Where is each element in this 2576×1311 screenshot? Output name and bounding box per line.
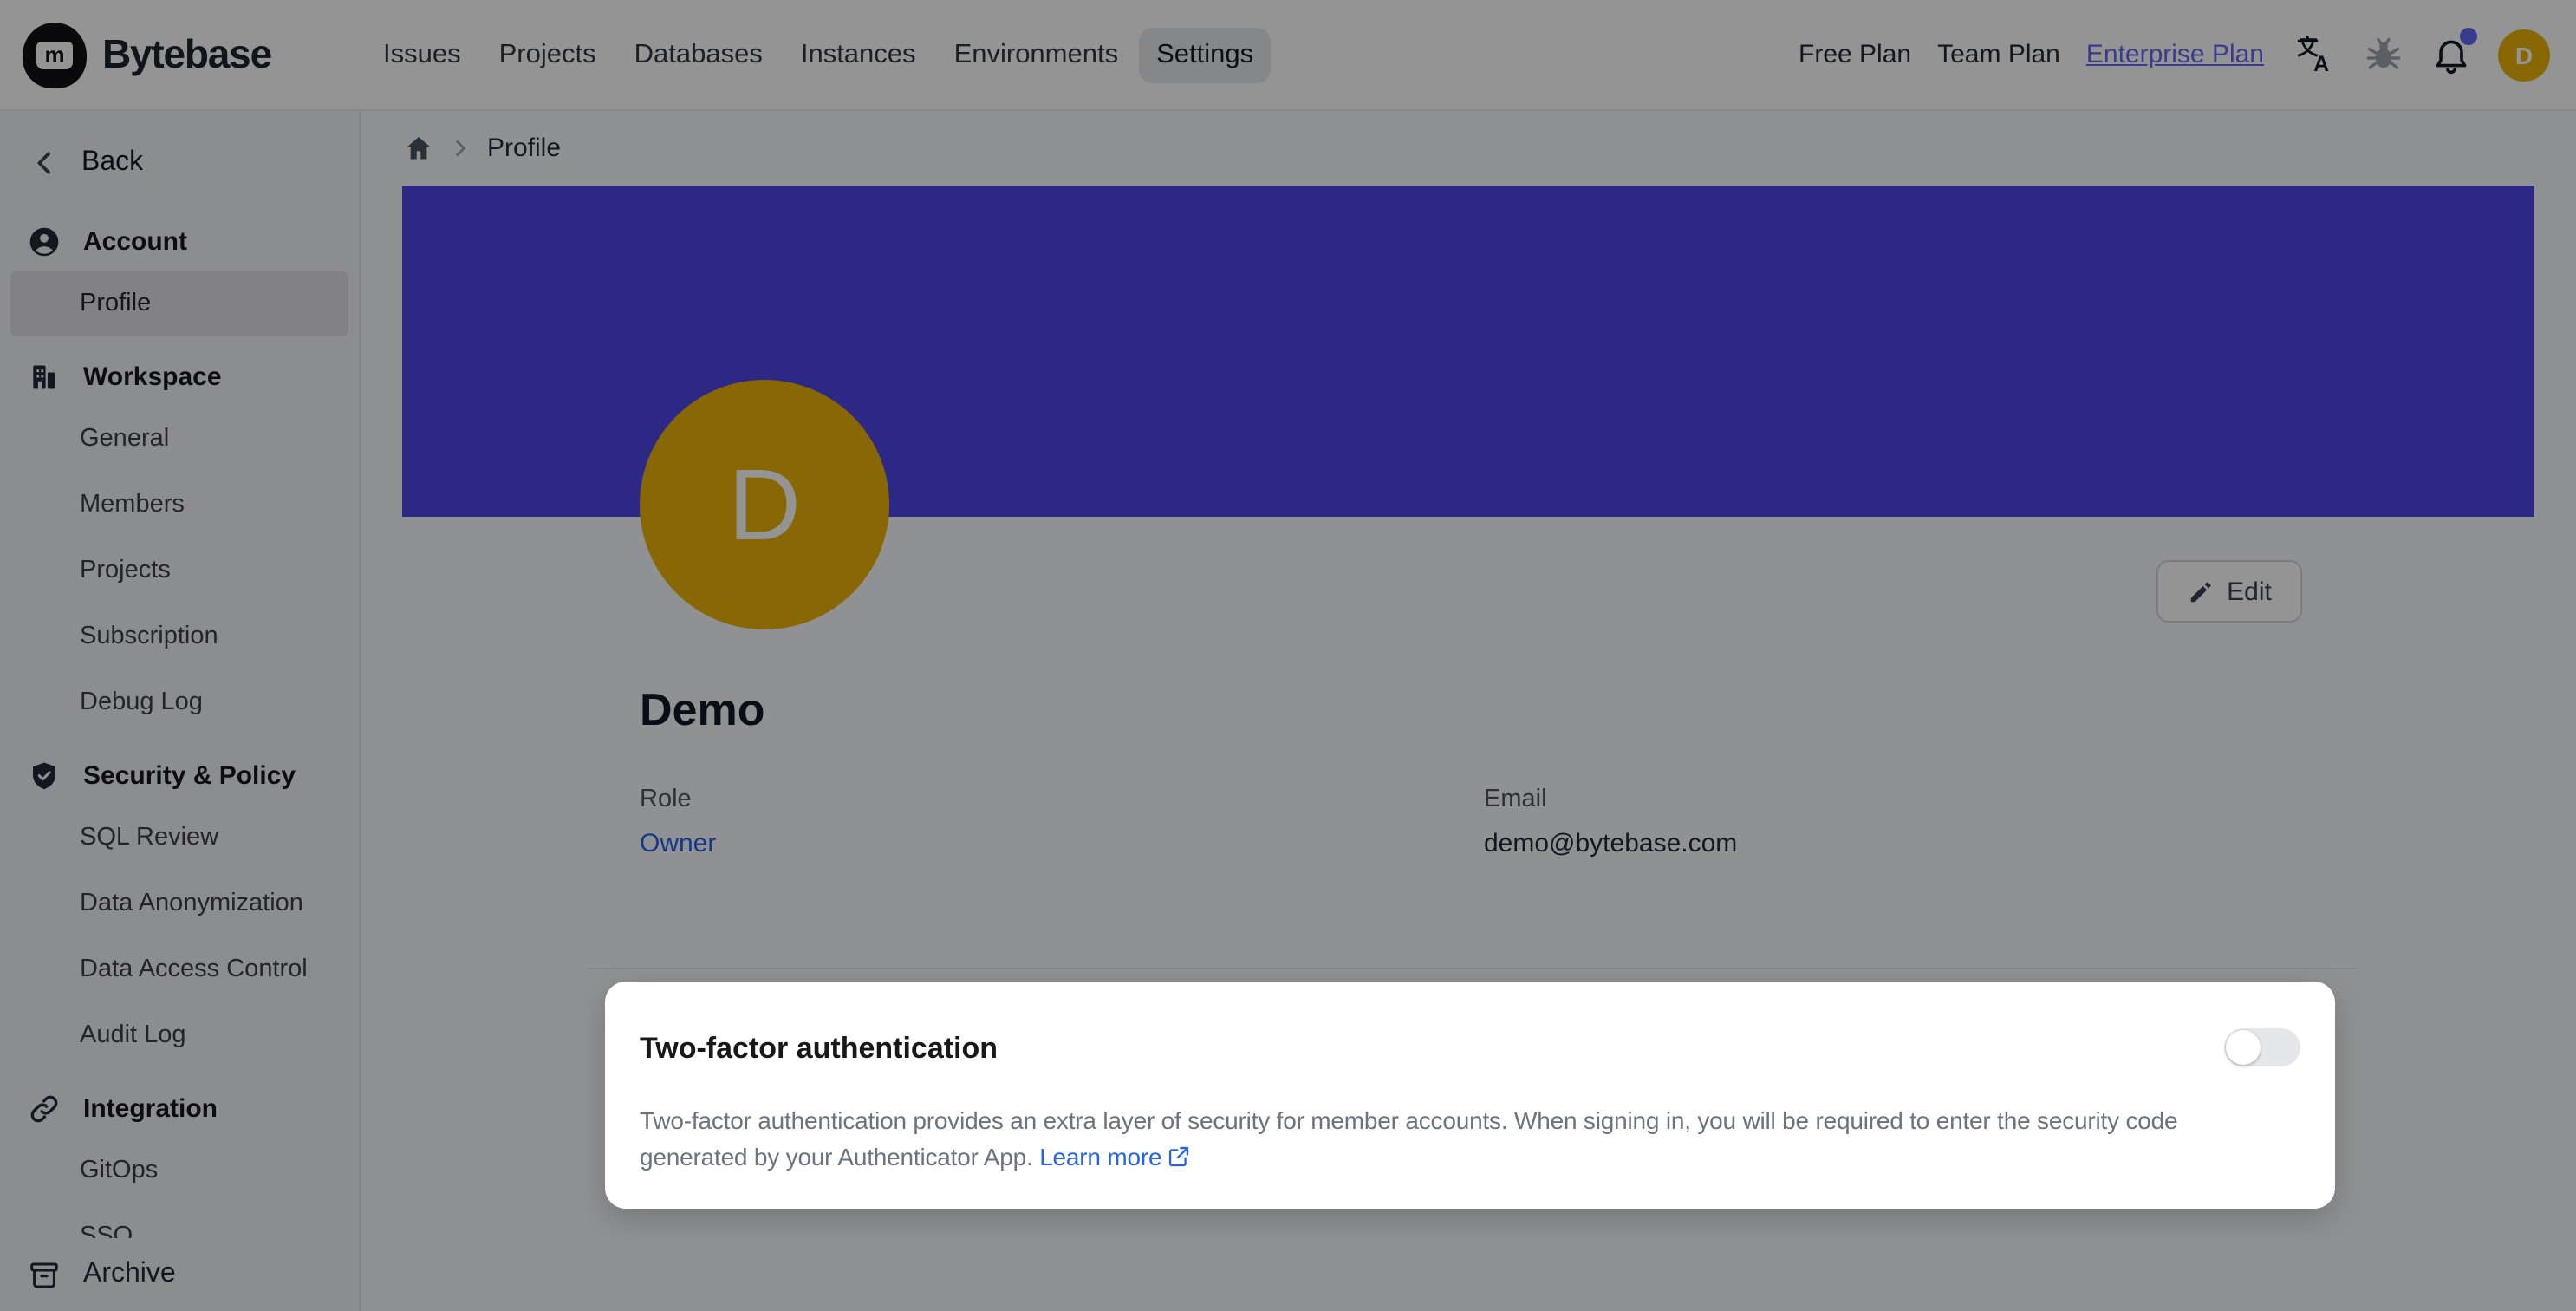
two-factor-description: Two-factor authentication provides an ex… [640,1103,2300,1176]
two-factor-title: Two-factor authentication [640,1032,998,1066]
two-factor-header: Two-factor authentication [640,1032,2300,1066]
two-factor-description-text: Two-factor authentication provides an ex… [640,1106,2177,1171]
toggle-knob [2226,1030,2261,1065]
external-link-icon [1167,1145,1191,1169]
two-factor-toggle[interactable] [2224,1028,2300,1066]
app-window: m Bytebase Issues Projects Databases Ins… [0,0,2576,1311]
two-factor-card: Two-factor authentication Two-factor aut… [605,982,2335,1209]
learn-more-link[interactable]: Learn more [1039,1143,1161,1171]
